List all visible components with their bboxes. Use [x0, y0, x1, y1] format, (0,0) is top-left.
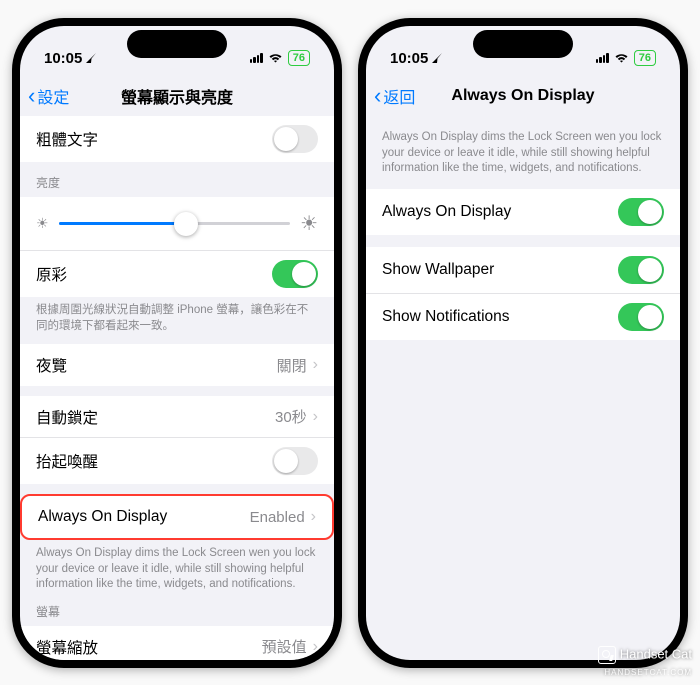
auto-lock-cell[interactable]: 自動鎖定 30秒 › — [20, 396, 334, 438]
brightness-slider-cell: ☀︎ ☀︎ — [20, 197, 334, 251]
show-wallpaper-cell[interactable]: Show Wallpaper — [366, 247, 680, 294]
dynamic-island — [473, 30, 573, 58]
back-label: 返回 — [383, 84, 415, 108]
chevron-right-icon: › — [313, 356, 318, 374]
screen-header: 螢幕 — [20, 603, 334, 626]
sun-small-icon: ☀︎ — [36, 215, 49, 232]
bold-text-cell[interactable]: 粗體文字 — [20, 116, 334, 162]
show-notifications-toggle[interactable] — [618, 303, 664, 331]
always-on-display-footer: Always On Display dims the Lock Screen w… — [20, 540, 334, 593]
nav-bar: ‹ 返回 Always On Display — [366, 76, 680, 116]
aod-toggle[interactable] — [618, 198, 664, 226]
display-zoom-value: 預設值 — [262, 636, 307, 657]
screen-right: 10:05 76 ‹ 返回 Always On Display Always O… — [366, 26, 680, 660]
content[interactable]: Always On Display dims the Lock Screen w… — [366, 116, 680, 660]
aod-label: Always On Display — [382, 203, 511, 221]
show-notifications-cell[interactable]: Show Notifications — [366, 294, 680, 340]
chevron-right-icon: › — [313, 638, 318, 656]
true-tone-cell[interactable]: 原彩 — [20, 251, 334, 297]
always-on-display-value: Enabled — [250, 509, 305, 526]
watermark-sub: HANDSETCAT.COM — [604, 668, 692, 677]
chevron-left-icon: ‹ — [28, 85, 35, 107]
cellular-icon — [250, 53, 263, 63]
battery-icon: 76 — [288, 50, 310, 66]
true-tone-footer: 根據周圍光線狀況自動調整 iPhone 螢幕，讓色彩在不同的環境下都看起來一致。 — [20, 297, 334, 334]
back-button[interactable]: ‹ 設定 — [28, 84, 69, 108]
true-tone-label: 原彩 — [36, 263, 67, 285]
raise-to-wake-label: 抬起喚醒 — [36, 450, 98, 472]
page-title: 螢幕顯示與亮度 — [121, 84, 233, 108]
battery-icon: 76 — [634, 50, 656, 66]
night-shift-value: 關閉 — [277, 355, 307, 376]
nav-bar: ‹ 設定 螢幕顯示與亮度 — [20, 76, 334, 116]
location-icon — [85, 52, 97, 64]
bold-text-label: 粗體文字 — [36, 128, 98, 150]
raise-to-wake-toggle[interactable] — [272, 447, 318, 475]
night-shift-cell[interactable]: 夜覽 關閉 › — [20, 344, 334, 386]
show-wallpaper-toggle[interactable] — [618, 256, 664, 284]
aod-intro: Always On Display dims the Lock Screen w… — [366, 116, 680, 177]
wifi-icon — [268, 52, 283, 64]
display-zoom-cell[interactable]: 螢幕縮放 預設值 › — [20, 626, 334, 660]
show-wallpaper-label: Show Wallpaper — [382, 261, 494, 279]
watermark-brand: Handset Cat — [620, 647, 692, 662]
watermark: Handset Cat HANDSETCAT.COM — [598, 646, 692, 679]
status-time: 10:05 — [390, 50, 428, 67]
wifi-icon — [614, 52, 629, 64]
content[interactable]: 粗體文字 亮度 ☀︎ ☀︎ 原彩 — [20, 116, 334, 660]
always-on-display-cell[interactable]: Always On Display Enabled › — [22, 496, 332, 538]
page-title: Always On Display — [451, 87, 594, 105]
raise-to-wake-cell[interactable]: 抬起喚醒 — [20, 438, 334, 484]
location-icon — [431, 52, 443, 64]
brightness-slider[interactable] — [59, 222, 291, 225]
back-button[interactable]: ‹ 返回 — [374, 84, 415, 108]
always-on-display-label: Always On Display — [38, 508, 167, 526]
phone-right: 10:05 76 ‹ 返回 Always On Display Always O… — [358, 18, 688, 668]
chevron-right-icon: › — [311, 508, 316, 526]
auto-lock-label: 自動鎖定 — [36, 406, 98, 428]
chevron-right-icon: › — [313, 408, 318, 426]
true-tone-toggle[interactable] — [272, 260, 318, 288]
chevron-left-icon: ‹ — [374, 85, 381, 107]
sun-large-icon: ☀︎ — [300, 211, 318, 236]
screen-left: 10:05 76 ‹ 設定 螢幕顯示與亮度 粗體文字 — [20, 26, 334, 660]
back-label: 設定 — [37, 84, 69, 108]
brightness-header: 亮度 — [20, 174, 334, 197]
bold-text-toggle[interactable] — [272, 125, 318, 153]
cellular-icon — [596, 53, 609, 63]
status-time: 10:05 — [44, 50, 82, 67]
display-zoom-label: 螢幕縮放 — [36, 636, 98, 658]
phone-left: 10:05 76 ‹ 設定 螢幕顯示與亮度 粗體文字 — [12, 18, 342, 668]
auto-lock-value: 30秒 — [275, 406, 307, 427]
watermark-icon — [598, 646, 616, 664]
dynamic-island — [127, 30, 227, 58]
show-notifications-label: Show Notifications — [382, 308, 510, 326]
night-shift-label: 夜覽 — [36, 354, 67, 376]
aod-toggle-cell[interactable]: Always On Display — [366, 189, 680, 235]
